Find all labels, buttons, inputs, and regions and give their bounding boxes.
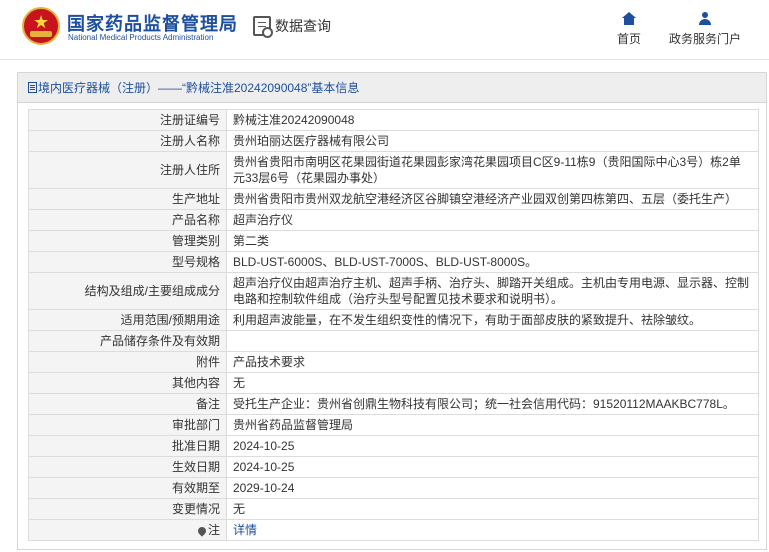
pin-icon [196,525,208,537]
field-label: 产品名称 [28,209,227,231]
table-row: 适用范围/预期用途 利用超声波能量，在不发生组织变性的情况下，有助于面部皮肤的紧致… [28,309,759,331]
field-value: BLD-UST-6000S、BLD-UST-7000S、BLD-UST-8000… [226,251,759,273]
field-value: 超声治疗仪由超声治疗主机、超声手柄、治疗头、脚踏开关组成。主机由专用电源、显示器… [226,272,759,310]
detail-panel: 境内医疗器械（注册）——“黔械注准20242090048”基本信息 注册证编号黔… [17,72,767,550]
panel-title: 境内医疗器械（注册）——“黔械注准20242090048”基本信息 [38,81,360,95]
field-value: 2024-10-25 [226,456,759,478]
data-query-link[interactable]: 数据查询 [253,16,331,38]
field-label: 产品储存条件及有效期 [28,330,227,352]
field-label: 其他内容 [28,372,227,394]
field-value: 详情 [226,519,759,541]
table-row: 变更情况无 [28,498,759,520]
nav-service-portal-label: 政务服务门户 [669,32,742,46]
field-label: 适用范围/预期用途 [28,309,227,331]
table-row: 结构及组成/主要组成成分 超声治疗仪由超声治疗主机、超声手柄、治疗头、脚踏开关组成… [28,272,759,310]
field-value: 受托生产企业：贵州省创鼎生物科技有限公司；统一社会信用代码：91520112MA… [226,393,759,415]
field-label: 生效日期 [28,456,227,478]
table-row: 其他内容无 [28,372,759,394]
table-row: 批准日期 2024-10-25 [28,435,759,457]
field-label: 附件 [28,351,227,373]
nav-service-portal[interactable]: 政务服务门户 [669,12,741,47]
field-label: 审批部门 [28,414,227,436]
nav-home[interactable]: 首页 [617,12,641,47]
field-value: 贵州省贵阳市南明区花果园街道花果园彭家湾花果园项目C区9-11栋9（贵阳国际中心… [226,151,759,189]
field-label: 变更情况 [28,498,227,520]
panel-header: 境内医疗器械（注册）——“黔械注准20242090048”基本信息 [18,73,766,103]
national-emblem-logo[interactable]: ★ [22,7,60,45]
nav-home-label: 首页 [617,32,642,46]
field-label: 结构及组成/主要组成成分 [28,272,227,310]
field-value: 利用超声波能量，在不发生组织变性的情况下，有助于面部皮肤的紧致提升、祛除皱纹。 [226,309,759,331]
field-label: 注册人住所 [28,151,227,189]
table-row: 型号规格 BLD-UST-6000S、BLD-UST-7000S、BLD-UST-… [28,251,759,273]
home-icon [622,12,636,26]
field-label: 批准日期 [28,435,227,457]
document-icon [28,82,37,93]
field-value [226,330,759,352]
table-row: 管理类别 第二类 [28,230,759,252]
user-icon [698,12,712,26]
field-label: 备注 [28,393,227,415]
field-value: 无 [226,372,759,394]
field-label: 注 [28,519,227,541]
table-row: 有效期至 2029-10-24 [28,477,759,499]
field-value: 2024-10-25 [226,435,759,457]
table-row: 产品名称 超声治疗仪 [28,209,759,231]
field-value: 2029-10-24 [226,477,759,499]
table-row: 注册证编号 黔械注准20242090048 [28,109,759,131]
table-row: 生效日期 2024-10-25 [28,456,759,478]
field-value: 无 [226,498,759,520]
info-table: 注册证编号 黔械注准20242090048 注册人名称 贵州珀丽达医疗器械有限公司 注册… [28,109,759,541]
table-row: 审批部门 贵州省药品监督管理局 [28,414,759,436]
field-value: 第二类 [226,230,759,252]
table-row: 备注 受托生产企业：贵州省创鼎生物科技有限公司；统一社会信用代码：91520112… [28,393,759,415]
field-label: 有效期至 [28,477,227,499]
field-value: 超声治疗仪 [226,209,759,231]
table-row: 注详情 [28,519,759,541]
field-value: 贵州珀丽达医疗器械有限公司 [226,130,759,152]
field-label: 管理类别 [28,230,227,252]
site-subtitle: National Medical Products Administration [68,33,214,42]
table-row: 注册人名称 贵州珀丽达医疗器械有限公司 [28,130,759,152]
field-label: 注册人名称 [28,130,227,152]
table-row: 产品储存条件及有效期 [28,330,759,352]
table-row: 生产地址 贵州省贵阳市贵州双龙航空港经济区谷脚镇空港经济产业园双创第四栋第四、五层… [28,188,759,210]
field-value: 黔械注准20242090048 [226,109,759,131]
field-label: 生产地址 [28,188,227,210]
top-header: ★ 国家药品监督管理局 National Medical Products Ad… [0,0,769,60]
field-label: 注册证编号 [28,109,227,131]
field-value: 贵州省药品监督管理局 [226,414,759,436]
table-row: 注册人住所 贵州省贵阳市南明区花果园街道花果园彭家湾花果园项目C区9-11栋9（贵… [28,151,759,189]
field-value: 产品技术要求 [226,351,759,373]
field-label: 型号规格 [28,251,227,273]
field-value: 贵州省贵阳市贵州双龙航空港经济区谷脚镇空港经济产业园双创第四栋第四、五层（委托生… [226,188,759,210]
data-query-label: 数据查询 [275,18,331,34]
details-link[interactable]: 详情 [233,523,257,537]
note-label: 注 [207,523,220,537]
table-row: 附件 产品技术要求 [28,351,759,373]
document-search-icon [253,16,273,38]
